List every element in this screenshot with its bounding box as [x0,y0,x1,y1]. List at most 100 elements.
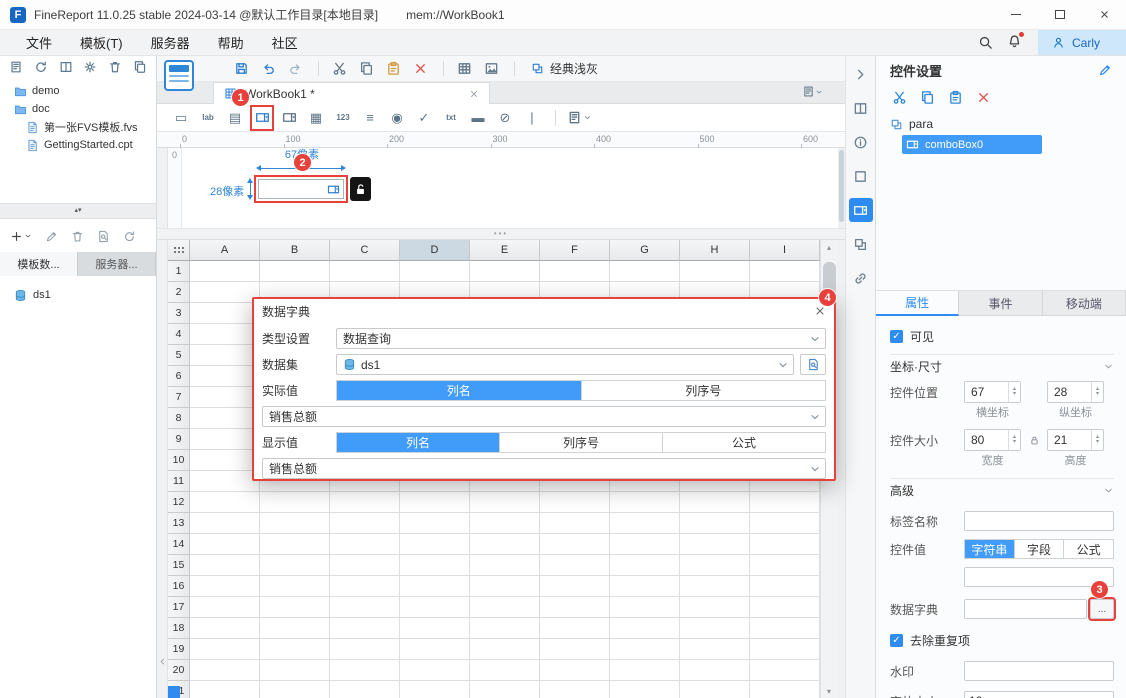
canvas-sheet-splitter[interactable]: ••• [157,228,845,240]
sheet-corner-button[interactable] [168,686,180,698]
delete-dataset-button[interactable] [71,230,84,243]
edit-pencil-icon[interactable] [1098,63,1112,77]
copy-icon[interactable] [920,90,935,105]
undo-button[interactable] [256,58,280,80]
column-header-F[interactable]: F [540,240,610,261]
button-widget-button[interactable]: ▬ [468,107,488,129]
cell-G19[interactable] [610,639,680,660]
combocheck-widget-button[interactable] [279,107,299,129]
list-widget-button[interactable]: ≡ [360,107,380,129]
cell-F1[interactable] [540,261,610,282]
column-header-I[interactable]: I [750,240,820,261]
column-header-G[interactable]: G [610,240,680,261]
row-header-11[interactable]: 11 [168,471,190,492]
row-header-3[interactable]: 3 [168,303,190,324]
tree-item[interactable]: GettingStarted.cpt [0,136,156,154]
row-header-10[interactable]: 10 [168,450,190,471]
number-editor-widget-button[interactable]: 123 [333,107,353,129]
redo-button[interactable] [283,58,307,80]
paste-button[interactable] [381,58,405,80]
segment-列序号[interactable]: 列序号 [499,433,662,452]
column-header-C[interactable]: C [330,240,400,261]
cell-D21[interactable] [400,681,470,698]
cell-A20[interactable] [190,660,260,681]
panel-tab-属性[interactable]: 属性 [876,291,960,316]
cell-C18[interactable] [330,618,400,639]
cut-icon[interactable] [892,90,907,105]
cell-D1[interactable] [400,261,470,282]
data-dictionary-input[interactable] [964,599,1087,619]
chevron-left-icon[interactable] [158,657,167,666]
x-position-input[interactable]: 67 ▴ ▾ [964,381,1021,403]
template-info-button[interactable] [849,130,873,154]
cell-I18[interactable] [750,618,820,639]
cell-I12[interactable] [750,492,820,513]
cell-D20[interactable] [400,660,470,681]
user-account[interactable]: Carly [1037,30,1126,55]
new-template-button[interactable] [9,60,23,74]
cell-A18[interactable] [190,618,260,639]
cell-F15[interactable] [540,555,610,576]
cell-D16[interactable] [400,576,470,597]
preview-dataset-button[interactable] [800,354,826,375]
column-header-E[interactable]: E [470,240,540,261]
cell-I17[interactable] [750,597,820,618]
cell-C14[interactable] [330,534,400,555]
tab-close-icon[interactable] [469,89,479,99]
cell-A16[interactable] [190,576,260,597]
width-stepper[interactable]: ▴ ▾ [1008,430,1020,450]
row-header-18[interactable]: 18 [168,618,190,639]
cell-B12[interactable] [260,492,330,513]
cell-A10[interactable] [190,450,260,471]
tree-item[interactable]: 第一张FVS模板.fvs [0,118,156,136]
view-tree-widget-button[interactable]: ▦ [306,107,326,129]
cell-A4[interactable] [190,324,260,345]
cell-G12[interactable] [610,492,680,513]
section-advanced[interactable]: 高级 [890,478,1114,502]
row-header-19[interactable]: 19 [168,639,190,660]
cell-F20[interactable] [540,660,610,681]
type-setting-select[interactable]: 数据查询 [336,328,826,349]
row-header-16[interactable]: 16 [168,576,190,597]
column-header-D[interactable]: D [400,240,470,261]
insert-table-button[interactable] [452,58,476,80]
none-widget-widget-button[interactable]: ⊘ [495,107,515,129]
row-header-8[interactable]: 8 [168,408,190,429]
cell-G20[interactable] [610,660,680,681]
visible-checkbox[interactable]: ✓ [890,329,903,343]
combobox-widget[interactable] [258,179,344,199]
cell-A9[interactable] [190,429,260,450]
text-editor-widget-button[interactable]: ▭ [171,107,191,129]
cell-G17[interactable] [610,597,680,618]
collapse-panel-button[interactable] [849,62,873,86]
cell-A3[interactable] [190,303,260,324]
cell-D14[interactable] [400,534,470,555]
cell-C15[interactable] [330,555,400,576]
delete-button[interactable] [408,58,432,80]
menu-item[interactable]: 社区 [258,30,312,55]
lock-ratio-icon[interactable] [1029,435,1040,446]
cell-B17[interactable] [260,597,330,618]
column-header-B[interactable]: B [260,240,330,261]
text-field-widget-button[interactable]: txt [441,107,461,129]
canvas-scrollbar[interactable] [838,148,845,228]
row-header-4[interactable]: 4 [168,324,190,345]
cell-E13[interactable] [470,513,540,534]
cell-C12[interactable] [330,492,400,513]
cell-E15[interactable] [470,555,540,576]
dialog-close-icon[interactable] [814,305,826,317]
cell-F18[interactable] [540,618,610,639]
scroll-up-icon[interactable]: ▴ [821,240,837,256]
sidebar-tab[interactable]: 服务器... [78,252,156,276]
cut-button[interactable] [327,58,351,80]
cell-I14[interactable] [750,534,820,555]
cell-A6[interactable] [190,366,260,387]
cell-F13[interactable] [540,513,610,534]
cell-G16[interactable] [610,576,680,597]
cell-F17[interactable] [540,597,610,618]
cell-H17[interactable] [680,597,750,618]
cell-A5[interactable] [190,345,260,366]
sidebar-splitter[interactable]: ▴▾ [0,203,156,219]
notifications-button[interactable] [1007,31,1024,52]
cell-A13[interactable] [190,513,260,534]
